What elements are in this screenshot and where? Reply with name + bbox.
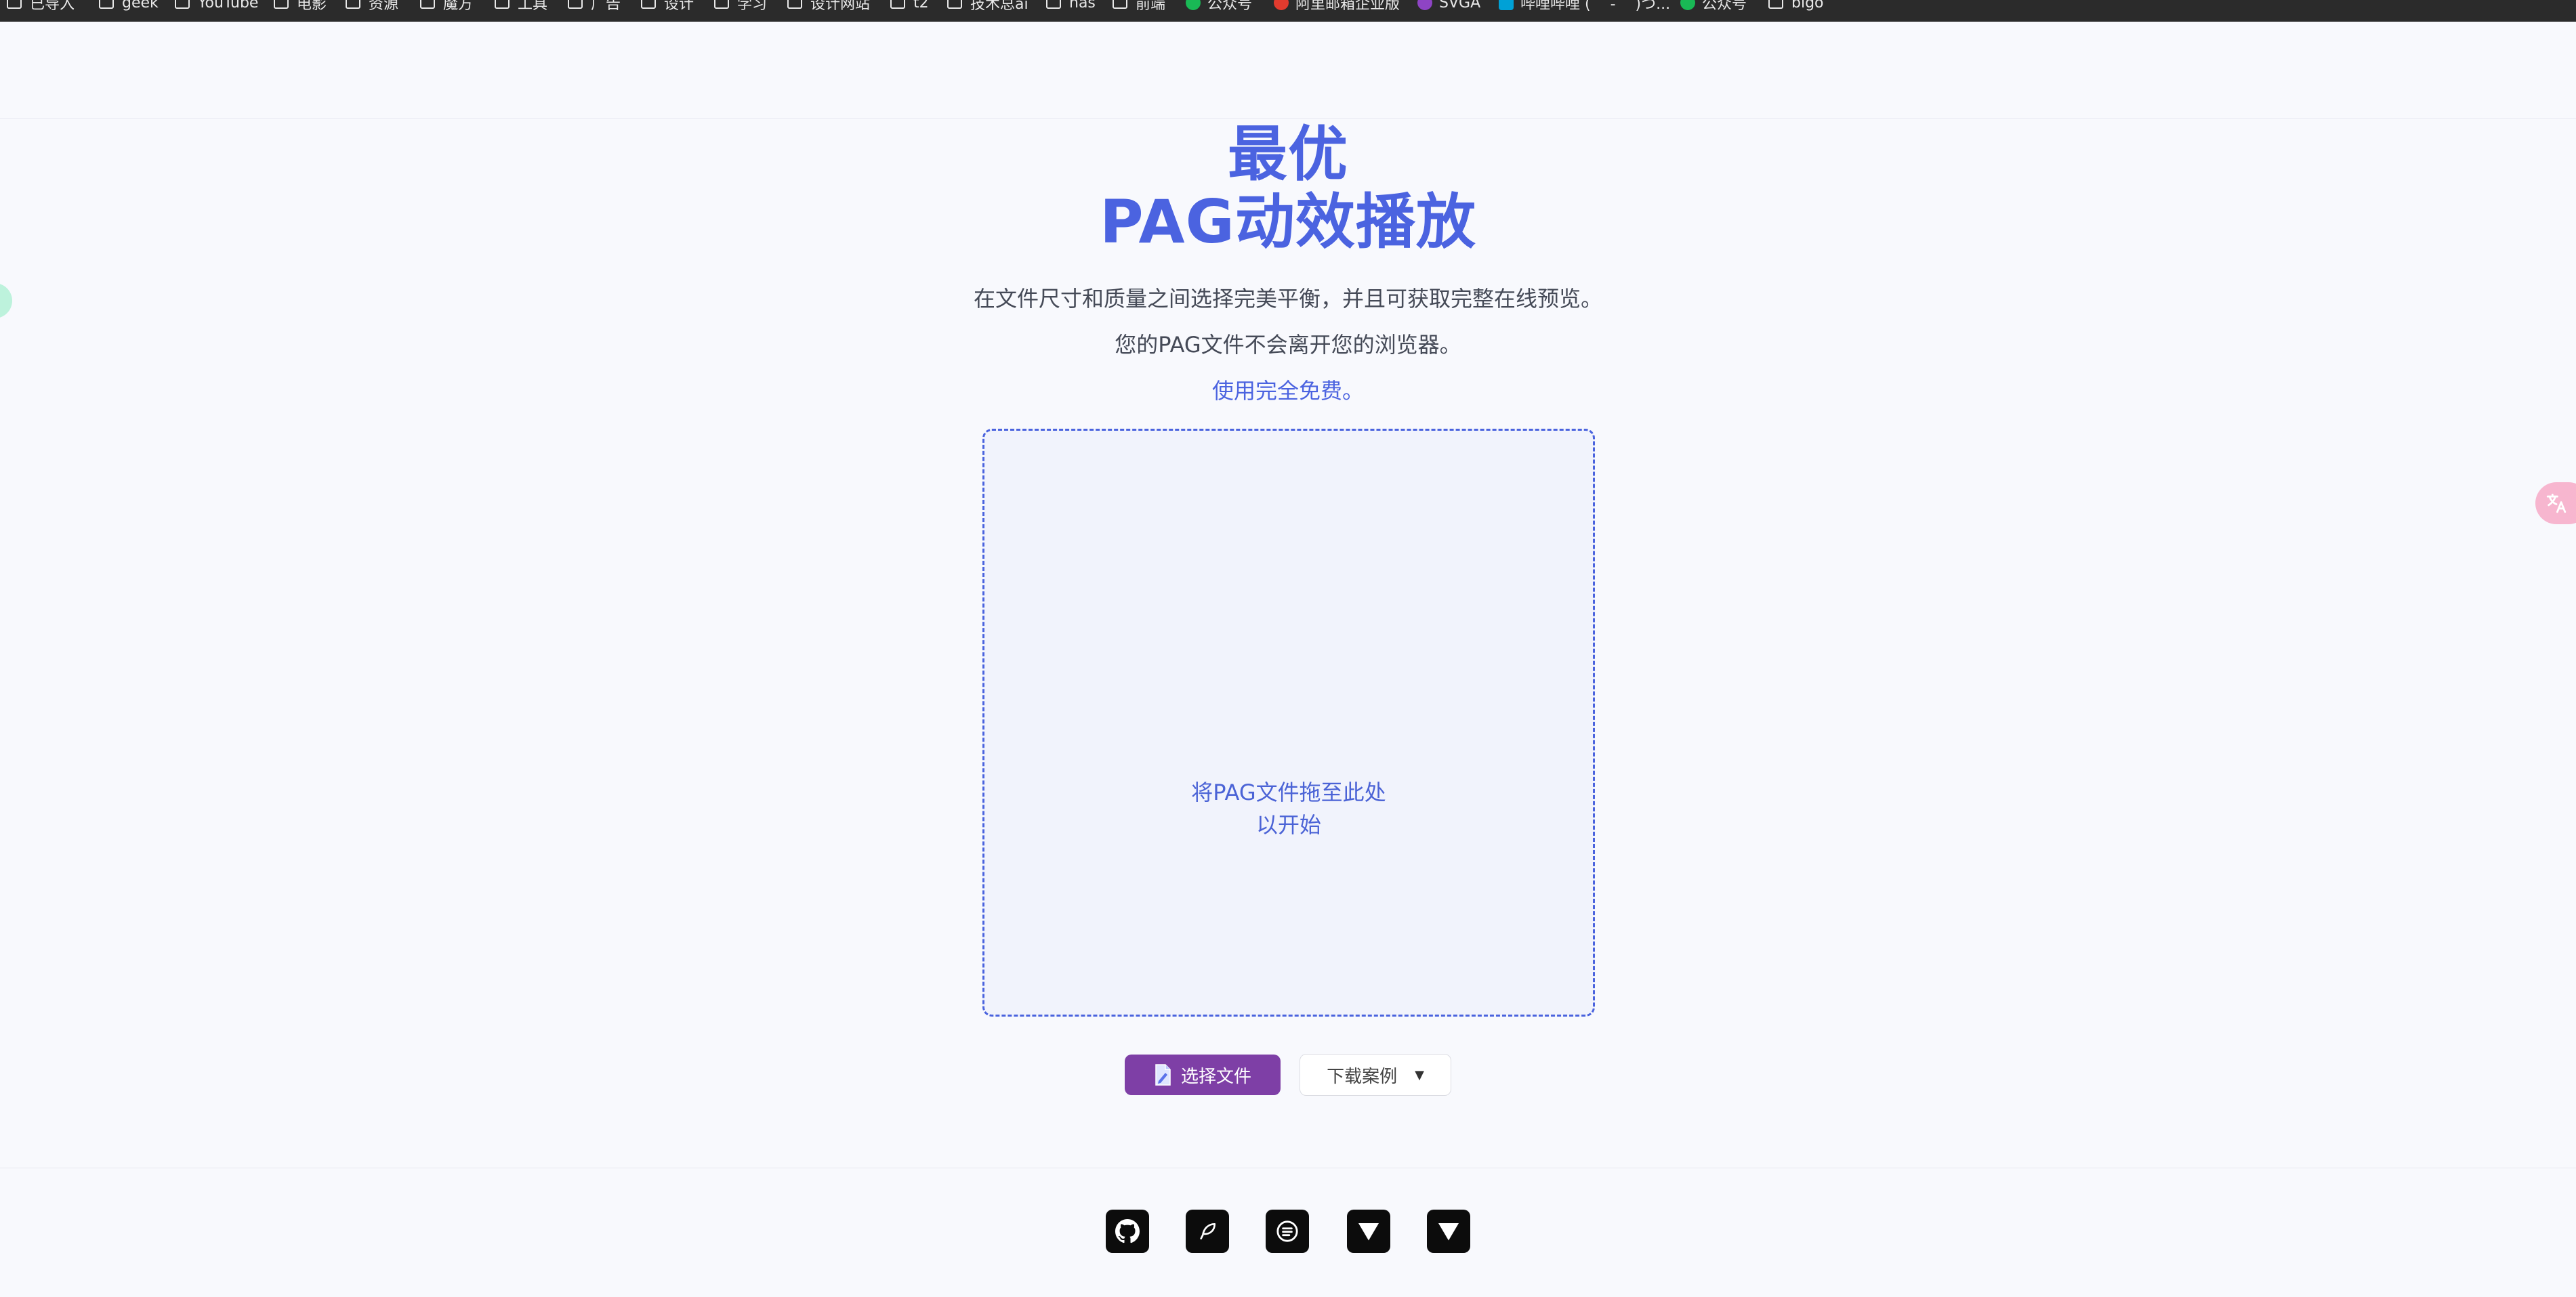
bookmark-folder[interactable]: geek: [99, 0, 159, 13]
file-edit-icon: [1155, 1064, 1171, 1086]
bookmark-folder[interactable]: bigo: [1768, 0, 1824, 13]
bookmark-folder[interactable]: 学习: [714, 0, 767, 13]
folder-icon: [1768, 0, 1783, 9]
bookmark-label: 设计: [664, 0, 694, 13]
svga-icon: [1417, 0, 1432, 10]
bookmark-folder[interactable]: 广告: [568, 0, 621, 13]
folder-icon: [890, 0, 905, 9]
select-file-label: 选择文件: [1180, 1066, 1251, 1087]
bookmark-label: 公众号: [1702, 0, 1747, 13]
folder-icon: [420, 0, 435, 9]
wechat-icon: [1186, 0, 1201, 10]
bookmark-site[interactable]: 公众号: [1680, 0, 1747, 13]
github-link[interactable]: [1106, 1210, 1149, 1253]
triangle-down-icon: [1438, 1223, 1459, 1241]
feather-link[interactable]: [1186, 1210, 1229, 1253]
bookmark-folder[interactable]: 资源: [346, 0, 398, 13]
page-title: 最优 PAG动效播放: [0, 121, 2576, 256]
bookmark-label: 公众号: [1207, 0, 1253, 13]
title-line-2: PAG动效播放: [1100, 187, 1476, 257]
bookmark-site[interactable]: SVGA: [1417, 0, 1480, 13]
folder-icon: [568, 0, 583, 9]
bookmark-label: 电影: [297, 0, 327, 13]
bookmark-site[interactable]: 哔哩哔哩 ( ゜- ゜)つ...: [1499, 0, 1670, 13]
bookmark-folder[interactable]: nas: [1046, 0, 1096, 13]
bookmark-label: 资源: [369, 0, 399, 13]
bookmark-label: 设计网站: [810, 0, 871, 13]
subtitle-quality: 在文件尺寸和质量之间选择完美平衡，并且可获取完整在线预览。: [973, 286, 1602, 312]
folder-icon: [346, 0, 360, 9]
bookmark-folder[interactable]: YouTube: [175, 0, 258, 13]
folder-icon: [7, 0, 22, 9]
select-file-button[interactable]: 选择文件: [1125, 1055, 1281, 1095]
title-line-1: 最优: [1227, 119, 1348, 189]
list-circle-icon: [1276, 1220, 1298, 1242]
download-examples-dropdown[interactable]: 下载案例 ▼: [1300, 1054, 1451, 1096]
drop-zone-label-2: 以开始: [1255, 812, 1321, 838]
bookmark-label: 工具: [518, 0, 548, 13]
aliyun-mail-icon: [1274, 0, 1289, 10]
bookmark-label: t2: [913, 0, 929, 12]
bookmark-label: 广告: [591, 0, 621, 13]
bookmark-label: 阿里邮箱企业版: [1295, 0, 1400, 13]
bookmark-folder[interactable]: 工具: [495, 0, 547, 13]
bookmark-folder[interactable]: 魔方: [420, 0, 473, 13]
folder-icon: [495, 0, 510, 9]
bookmark-label: 学习: [737, 0, 768, 13]
vercel-link-1[interactable]: [1347, 1210, 1390, 1253]
bookmark-label: 哔哩哔哩 ( ゜- ゜)つ...: [1520, 0, 1671, 13]
bookmark-folder[interactable]: t2: [890, 0, 929, 13]
download-examples-label: 下载案例: [1327, 1066, 1398, 1087]
folder-icon: [274, 0, 289, 9]
bookmark-label: SVGA: [1439, 0, 1481, 12]
bookmark-label: geek: [122, 0, 159, 12]
bookmark-label: 魔方: [443, 0, 474, 13]
folder-icon: [947, 0, 962, 9]
bookmark-folder[interactable]: 已导入: [7, 0, 75, 13]
vercel-link-2[interactable]: [1427, 1210, 1470, 1253]
folder-icon: [641, 0, 656, 9]
bookmark-folder[interactable]: 前端: [1113, 0, 1165, 13]
bookmark-site[interactable]: 阿里邮箱企业版: [1274, 0, 1400, 13]
bookmark-folder[interactable]: 设计: [641, 0, 694, 13]
caret-down-icon: ▼: [1415, 1067, 1424, 1082]
bookmark-folder[interactable]: 技术总ai: [947, 0, 1029, 13]
folder-icon: [99, 0, 114, 9]
wechat-icon: [1680, 0, 1695, 10]
translate-icon: [2546, 493, 2567, 513]
file-drop-zone[interactable]: 将PAG文件拖至此处 以开始: [982, 429, 1595, 1017]
translate-widget[interactable]: [2535, 482, 2576, 524]
folder-icon: [1046, 0, 1061, 9]
bookmark-label: nas: [1069, 0, 1096, 12]
bookmark-label: YouTube: [198, 0, 259, 12]
triangle-down-icon: [1358, 1223, 1379, 1241]
feather-icon: [1200, 1223, 1216, 1239]
page-header: [0, 22, 2576, 119]
folder-icon: [1113, 0, 1127, 9]
bookmark-label: bigo: [1791, 0, 1824, 12]
drop-zone-label-1: 将PAG文件拖至此处: [1191, 780, 1386, 805]
bookmarks-bar: 已导入 geek YouTube 电影 资源 魔方 工具 广告 设计 学习 设计…: [0, 0, 2576, 22]
list-link[interactable]: [1266, 1210, 1309, 1253]
folder-icon: [175, 0, 190, 9]
subtitle-privacy: 您的PAG文件不会离开您的浏览器。: [1115, 332, 1461, 358]
bookmark-label: 前端: [1136, 0, 1166, 13]
bookmark-folder[interactable]: 电影: [274, 0, 327, 13]
subtitle-free: 使用完全免费。: [1211, 378, 1364, 404]
github-icon: [1115, 1219, 1140, 1243]
bookmark-label: 技术总ai: [970, 0, 1029, 13]
bookmark-folder[interactable]: 设计网站: [787, 0, 870, 13]
bookmark-site[interactable]: 公众号: [1186, 0, 1252, 13]
folder-icon: [787, 0, 802, 9]
bookmark-label: 已导入: [30, 0, 75, 13]
bilibili-icon: [1499, 0, 1514, 10]
folder-icon: [714, 0, 729, 9]
